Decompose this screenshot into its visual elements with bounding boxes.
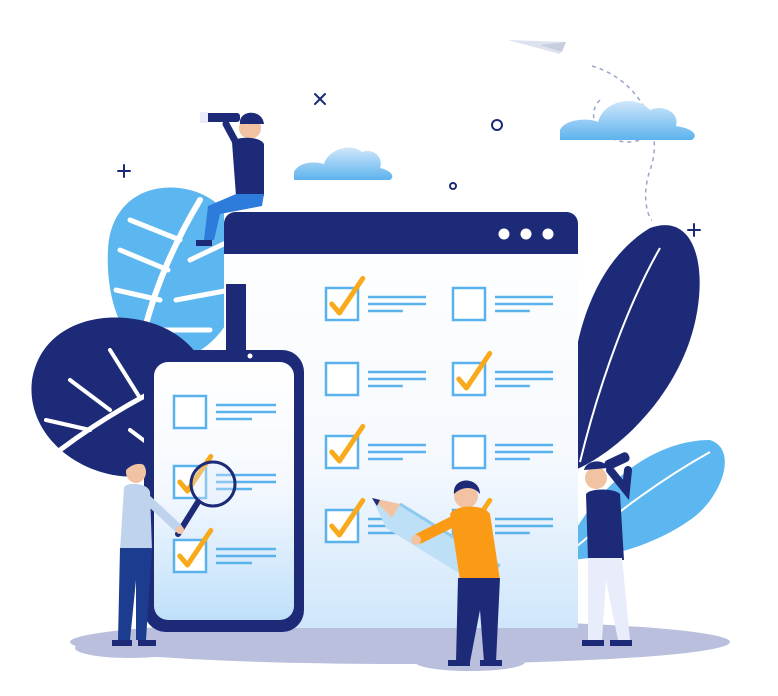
phone-notch	[196, 352, 254, 360]
flight-path	[591, 65, 655, 221]
paper-plane-icon	[508, 40, 566, 54]
checkbox-icon	[172, 394, 208, 430]
telescope-icon	[200, 112, 240, 123]
leaf-navy-right	[570, 225, 700, 470]
window-dot-icon	[520, 228, 532, 240]
checkbox-icon	[451, 286, 487, 322]
checklist-illustration	[31, 40, 730, 671]
phone-camera-icon	[247, 353, 253, 359]
checkbox-icon	[451, 434, 487, 470]
cloud-icon-right	[560, 100, 695, 140]
cloud-icon	[294, 147, 393, 180]
phone-stand	[226, 284, 246, 354]
checkbox-icon	[324, 361, 360, 397]
window-dot-icon	[498, 228, 510, 240]
window-dot-icon	[542, 228, 554, 240]
